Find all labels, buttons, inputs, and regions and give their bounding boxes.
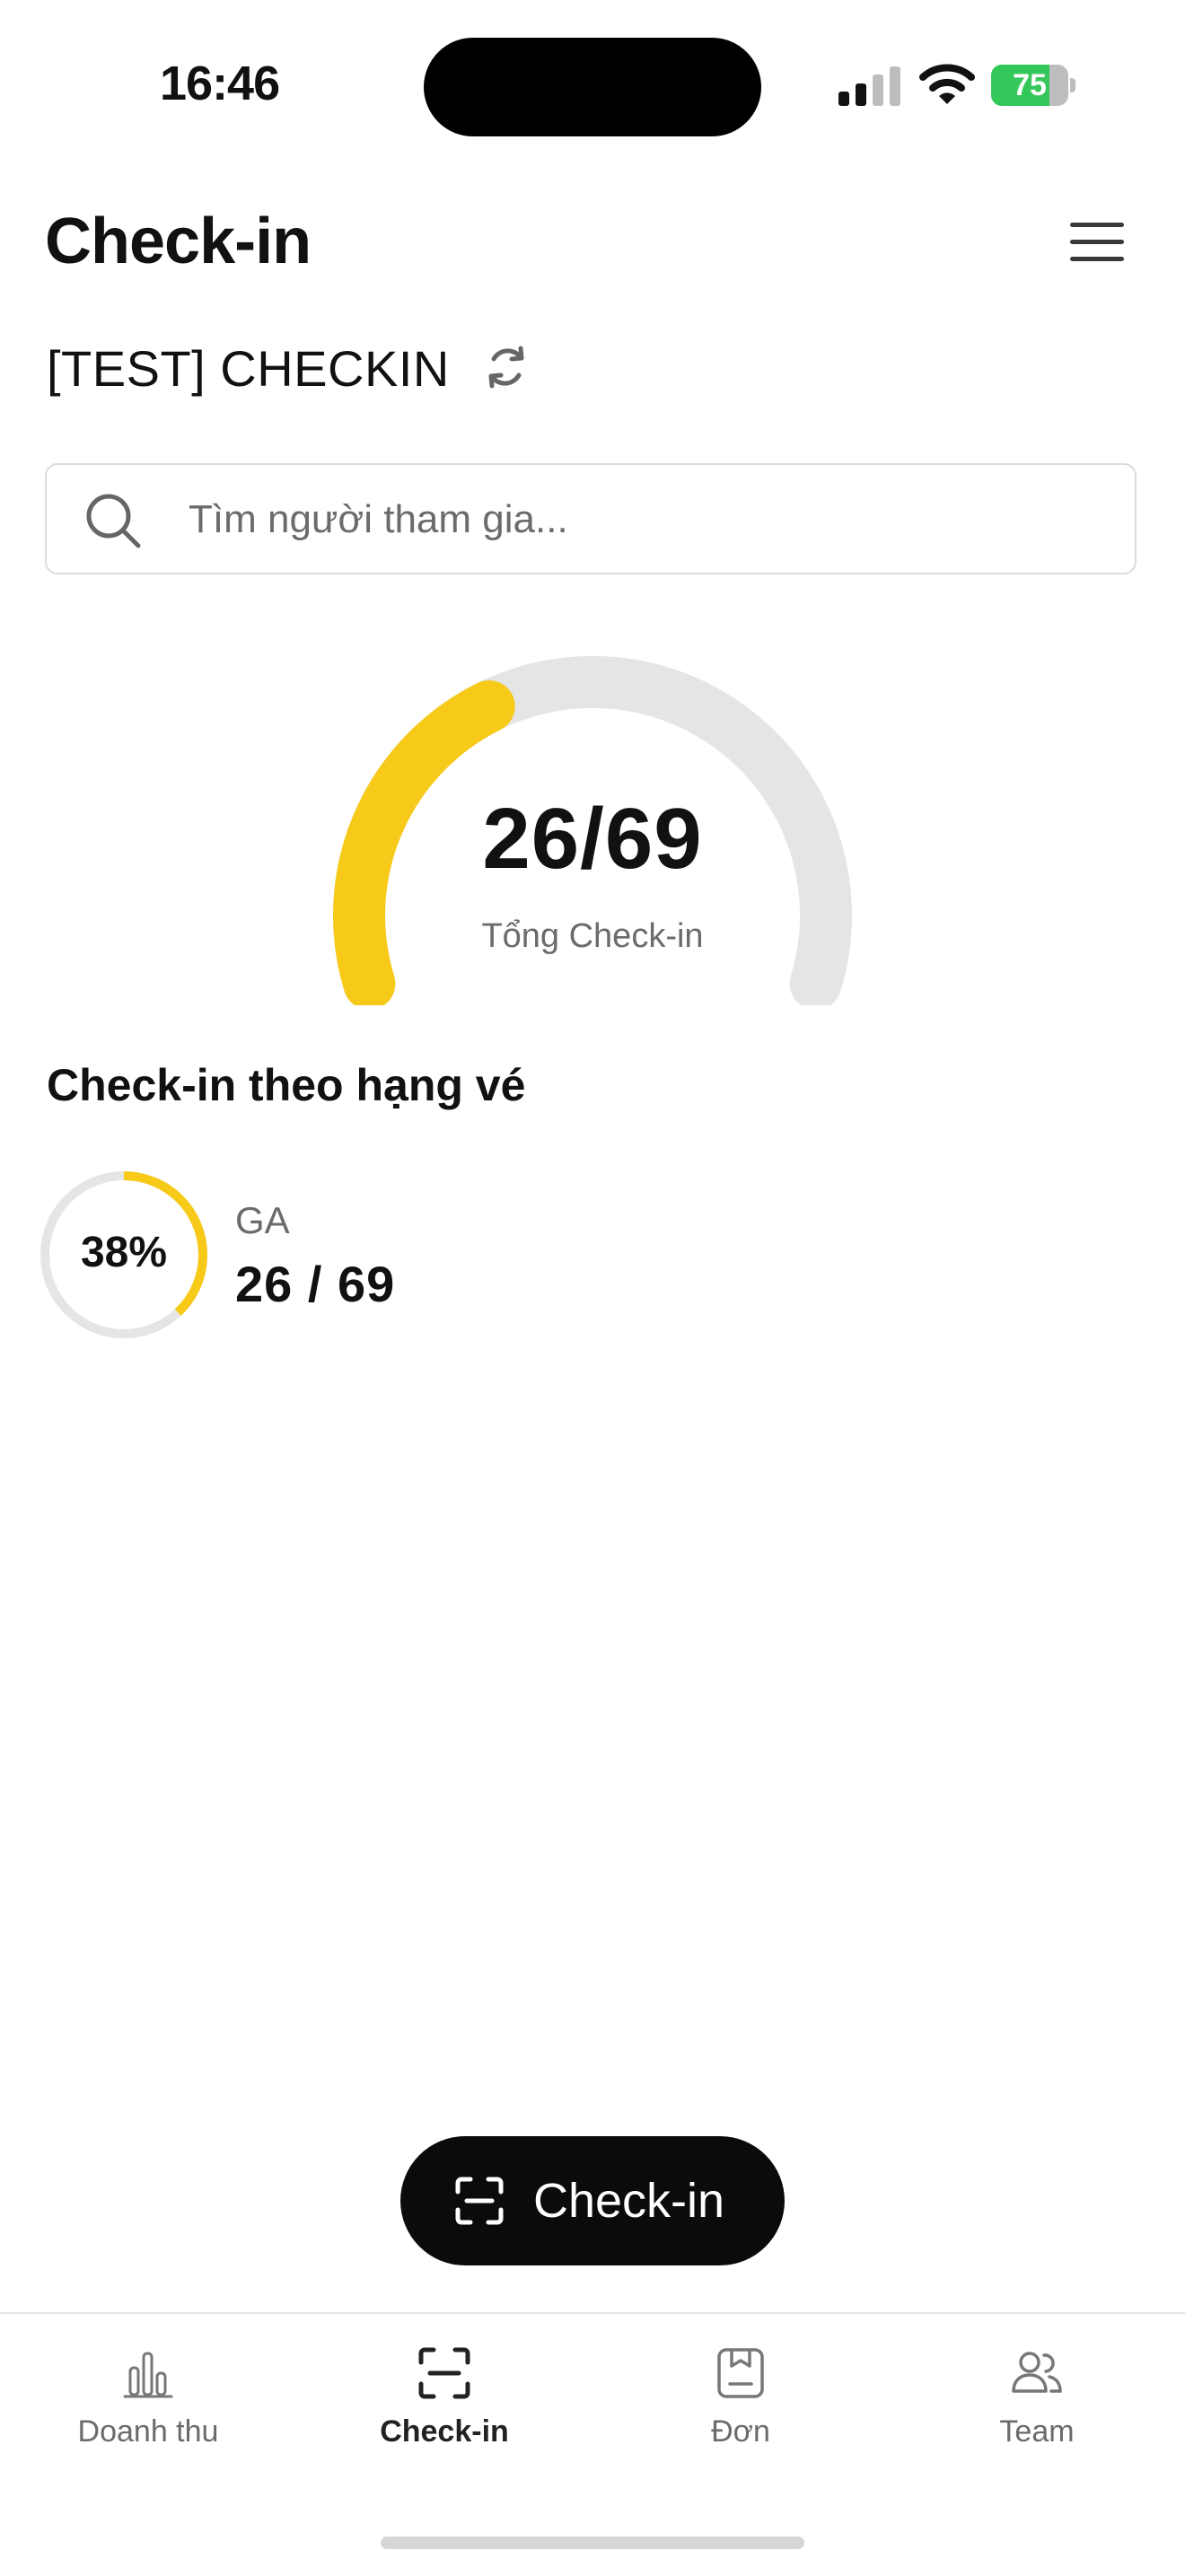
battery-level: 75 [1013, 68, 1047, 102]
scan-icon [418, 2347, 470, 2399]
tier-name: GA [235, 1199, 290, 1241]
status-time: 16:46 [160, 57, 280, 110]
wifi-icon [919, 64, 975, 104]
battery-icon: 75 [991, 65, 1077, 106]
tier-count: 26 / 69 [235, 1256, 396, 1312]
users-icon [1012, 2352, 1062, 2393]
tab-team[interactable]: Team [889, 2344, 1185, 2488]
order-icon [717, 2348, 764, 2398]
tab-label: Check-in [380, 2414, 509, 2449]
checkin-total-value: 26/69 [482, 791, 703, 887]
search-input[interactable] [187, 465, 1088, 574]
search-box[interactable] [45, 463, 1137, 574]
cellular-signal-icon [838, 66, 900, 106]
checkin-total-label: Tổng Check-in [481, 917, 704, 955]
section-title: Check-in theo hạng vé [47, 1060, 526, 1110]
scan-icon [455, 2177, 504, 2225]
refresh-icon[interactable] [481, 341, 531, 393]
page-title: Check-in [45, 206, 312, 277]
tab-don[interactable]: Đơn [592, 2344, 889, 2488]
home-indicator [381, 2537, 804, 2549]
event-name: [TEST] CHECKIN [47, 340, 450, 397]
hamburger-menu-icon[interactable] [1070, 223, 1124, 262]
checkin-scan-button[interactable]: Check-in [400, 2136, 785, 2265]
search-icon [86, 494, 141, 548]
tab-label: Doanh thu [77, 2414, 219, 2449]
tab-label: Team [999, 2414, 1075, 2449]
tab-label: Đơn [711, 2414, 770, 2449]
bar-chart-icon [123, 2352, 173, 2398]
checkin-button-label: Check-in [533, 2174, 725, 2228]
tab-doanh-thu[interactable]: Doanh thu [0, 2344, 296, 2488]
tier-percent: 38% [80, 1229, 168, 1276]
tab-check-in[interactable]: Check-in [296, 2344, 592, 2488]
dynamic-island [424, 38, 761, 136]
